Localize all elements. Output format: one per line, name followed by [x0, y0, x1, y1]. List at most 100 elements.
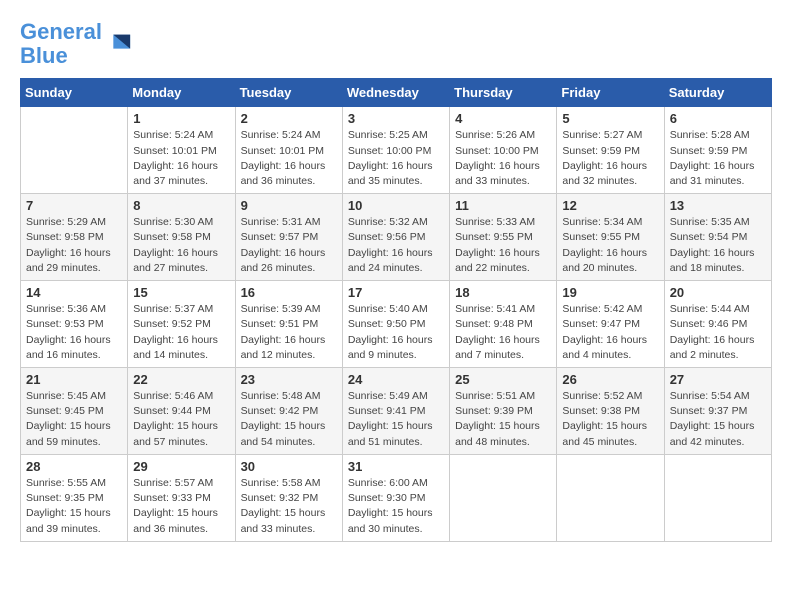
day-number: 30	[241, 459, 337, 474]
day-info: Sunrise: 5:29 AM Sunset: 9:58 PM Dayligh…	[26, 215, 122, 276]
header-monday: Monday	[128, 79, 235, 107]
day-number: 20	[670, 285, 766, 300]
day-info: Sunrise: 5:34 AM Sunset: 9:55 PM Dayligh…	[562, 215, 658, 276]
day-number: 16	[241, 285, 337, 300]
day-info: Sunrise: 5:24 AM Sunset: 10:01 PM Daylig…	[241, 128, 337, 189]
header-thursday: Thursday	[450, 79, 557, 107]
calendar-cell: 31 Sunrise: 6:00 AM Sunset: 9:30 PM Dayli…	[342, 454, 449, 541]
day-info: Sunrise: 5:40 AM Sunset: 9:50 PM Dayligh…	[348, 302, 444, 363]
calendar-cell: 6 Sunrise: 5:28 AM Sunset: 9:59 PM Daylig…	[664, 107, 771, 194]
page-header: GeneralBlue	[20, 20, 772, 68]
day-number: 25	[455, 372, 551, 387]
day-info: Sunrise: 5:24 AM Sunset: 10:01 PM Daylig…	[133, 128, 229, 189]
day-info: Sunrise: 5:31 AM Sunset: 9:57 PM Dayligh…	[241, 215, 337, 276]
calendar-cell: 26Sunrise: 5:52 AM Sunset: 9:38 PM Dayli…	[557, 368, 664, 455]
calendar-table: SundayMondayTuesdayWednesdayThursdayFrid…	[20, 78, 772, 541]
day-number: 26	[562, 372, 658, 387]
day-info: Sunrise: 5:30 AM Sunset: 9:58 PM Dayligh…	[133, 215, 229, 276]
calendar-cell: 14 Sunrise: 5:36 AM Sunset: 9:53 PM Dayli…	[21, 281, 128, 368]
logo-text: GeneralBlue	[20, 20, 102, 68]
calendar-week-row: 14 Sunrise: 5:36 AM Sunset: 9:53 PM Dayli…	[21, 281, 772, 368]
logo-icon	[104, 30, 132, 58]
calendar-week-row: 21 Sunrise: 5:45 AM Sunset: 9:45 PM Dayli…	[21, 368, 772, 455]
day-number: 3	[348, 111, 444, 126]
day-info: Sunrise: 5:45 AM Sunset: 9:45 PM Dayligh…	[26, 389, 122, 450]
day-number: 17	[348, 285, 444, 300]
day-info: Sunrise: 5:44 AM Sunset: 9:46 PM Dayligh…	[670, 302, 766, 363]
day-number: 6	[670, 111, 766, 126]
calendar-cell	[557, 454, 664, 541]
calendar-cell	[450, 454, 557, 541]
calendar-cell: 7 Sunrise: 5:29 AM Sunset: 9:58 PM Daylig…	[21, 194, 128, 281]
day-number: 18	[455, 285, 551, 300]
calendar-header-row: SundayMondayTuesdayWednesdayThursdayFrid…	[21, 79, 772, 107]
calendar-cell: 23 Sunrise: 5:48 AM Sunset: 9:42 PM Dayli…	[235, 368, 342, 455]
calendar-cell: 19 Sunrise: 5:42 AM Sunset: 9:47 PM Dayli…	[557, 281, 664, 368]
day-number: 28	[26, 459, 122, 474]
day-info: Sunrise: 5:48 AM Sunset: 9:42 PM Dayligh…	[241, 389, 337, 450]
header-saturday: Saturday	[664, 79, 771, 107]
day-number: 5	[562, 111, 658, 126]
calendar-cell: 18 Sunrise: 5:41 AM Sunset: 9:48 PM Dayli…	[450, 281, 557, 368]
day-info: Sunrise: 5:25 AM Sunset: 10:00 PM Daylig…	[348, 128, 444, 189]
day-info: Sunrise: 5:39 AM Sunset: 9:51 PM Dayligh…	[241, 302, 337, 363]
calendar-cell: 13 Sunrise: 5:35 AM Sunset: 9:54 PM Dayli…	[664, 194, 771, 281]
day-info: Sunrise: 5:41 AM Sunset: 9:48 PM Dayligh…	[455, 302, 551, 363]
day-info: Sunrise: 5:37 AM Sunset: 9:52 PM Dayligh…	[133, 302, 229, 363]
day-info: Sunrise: 5:42 AM Sunset: 9:47 PM Dayligh…	[562, 302, 658, 363]
calendar-cell: 22Sunrise: 5:46 AM Sunset: 9:44 PM Dayli…	[128, 368, 235, 455]
day-number: 21	[26, 372, 122, 387]
calendar-cell: 21 Sunrise: 5:45 AM Sunset: 9:45 PM Dayli…	[21, 368, 128, 455]
day-info: Sunrise: 5:58 AM Sunset: 9:32 PM Dayligh…	[241, 476, 337, 537]
day-info: Sunrise: 6:00 AM Sunset: 9:30 PM Dayligh…	[348, 476, 444, 537]
day-number: 9	[241, 198, 337, 213]
day-info: Sunrise: 5:54 AM Sunset: 9:37 PM Dayligh…	[670, 389, 766, 450]
day-number: 23	[241, 372, 337, 387]
day-number: 31	[348, 459, 444, 474]
day-number: 15	[133, 285, 229, 300]
day-info: Sunrise: 5:26 AM Sunset: 10:00 PM Daylig…	[455, 128, 551, 189]
day-info: Sunrise: 5:57 AM Sunset: 9:33 PM Dayligh…	[133, 476, 229, 537]
calendar-cell	[664, 454, 771, 541]
calendar-cell: 4Sunrise: 5:26 AM Sunset: 10:00 PM Dayli…	[450, 107, 557, 194]
day-info: Sunrise: 5:36 AM Sunset: 9:53 PM Dayligh…	[26, 302, 122, 363]
day-info: Sunrise: 5:51 AM Sunset: 9:39 PM Dayligh…	[455, 389, 551, 450]
calendar-cell: 20 Sunrise: 5:44 AM Sunset: 9:46 PM Dayli…	[664, 281, 771, 368]
day-info: Sunrise: 5:33 AM Sunset: 9:55 PM Dayligh…	[455, 215, 551, 276]
calendar-cell: 16 Sunrise: 5:39 AM Sunset: 9:51 PM Dayli…	[235, 281, 342, 368]
calendar-cell: 30 Sunrise: 5:58 AM Sunset: 9:32 PM Dayli…	[235, 454, 342, 541]
calendar-cell: 25 Sunrise: 5:51 AM Sunset: 9:39 PM Dayli…	[450, 368, 557, 455]
day-number: 29	[133, 459, 229, 474]
calendar-cell: 1Sunrise: 5:24 AM Sunset: 10:01 PM Dayli…	[128, 107, 235, 194]
header-tuesday: Tuesday	[235, 79, 342, 107]
calendar-cell: 9 Sunrise: 5:31 AM Sunset: 9:57 PM Daylig…	[235, 194, 342, 281]
calendar-cell: 24 Sunrise: 5:49 AM Sunset: 9:41 PM Dayli…	[342, 368, 449, 455]
day-number: 14	[26, 285, 122, 300]
calendar-week-row: 7 Sunrise: 5:29 AM Sunset: 9:58 PM Daylig…	[21, 194, 772, 281]
calendar-cell: 29 Sunrise: 5:57 AM Sunset: 9:33 PM Dayli…	[128, 454, 235, 541]
day-info: Sunrise: 5:28 AM Sunset: 9:59 PM Dayligh…	[670, 128, 766, 189]
day-number: 24	[348, 372, 444, 387]
header-sunday: Sunday	[21, 79, 128, 107]
day-number: 12	[562, 198, 658, 213]
calendar-week-row: 28Sunrise: 5:55 AM Sunset: 9:35 PM Dayli…	[21, 454, 772, 541]
day-number: 8	[133, 198, 229, 213]
day-info: Sunrise: 5:49 AM Sunset: 9:41 PM Dayligh…	[348, 389, 444, 450]
day-number: 22	[133, 372, 229, 387]
calendar-cell: 5Sunrise: 5:27 AM Sunset: 9:59 PM Daylig…	[557, 107, 664, 194]
logo: GeneralBlue	[20, 20, 132, 68]
day-number: 27	[670, 372, 766, 387]
day-number: 10	[348, 198, 444, 213]
calendar-cell: 3 Sunrise: 5:25 AM Sunset: 10:00 PM Dayli…	[342, 107, 449, 194]
calendar-cell: 10 Sunrise: 5:32 AM Sunset: 9:56 PM Dayli…	[342, 194, 449, 281]
calendar-cell	[21, 107, 128, 194]
day-number: 7	[26, 198, 122, 213]
calendar-cell: 27 Sunrise: 5:54 AM Sunset: 9:37 PM Dayli…	[664, 368, 771, 455]
calendar-cell: 8 Sunrise: 5:30 AM Sunset: 9:58 PM Daylig…	[128, 194, 235, 281]
day-number: 13	[670, 198, 766, 213]
day-number: 19	[562, 285, 658, 300]
header-friday: Friday	[557, 79, 664, 107]
calendar-cell: 17 Sunrise: 5:40 AM Sunset: 9:50 PM Dayli…	[342, 281, 449, 368]
day-info: Sunrise: 5:35 AM Sunset: 9:54 PM Dayligh…	[670, 215, 766, 276]
day-info: Sunrise: 5:32 AM Sunset: 9:56 PM Dayligh…	[348, 215, 444, 276]
